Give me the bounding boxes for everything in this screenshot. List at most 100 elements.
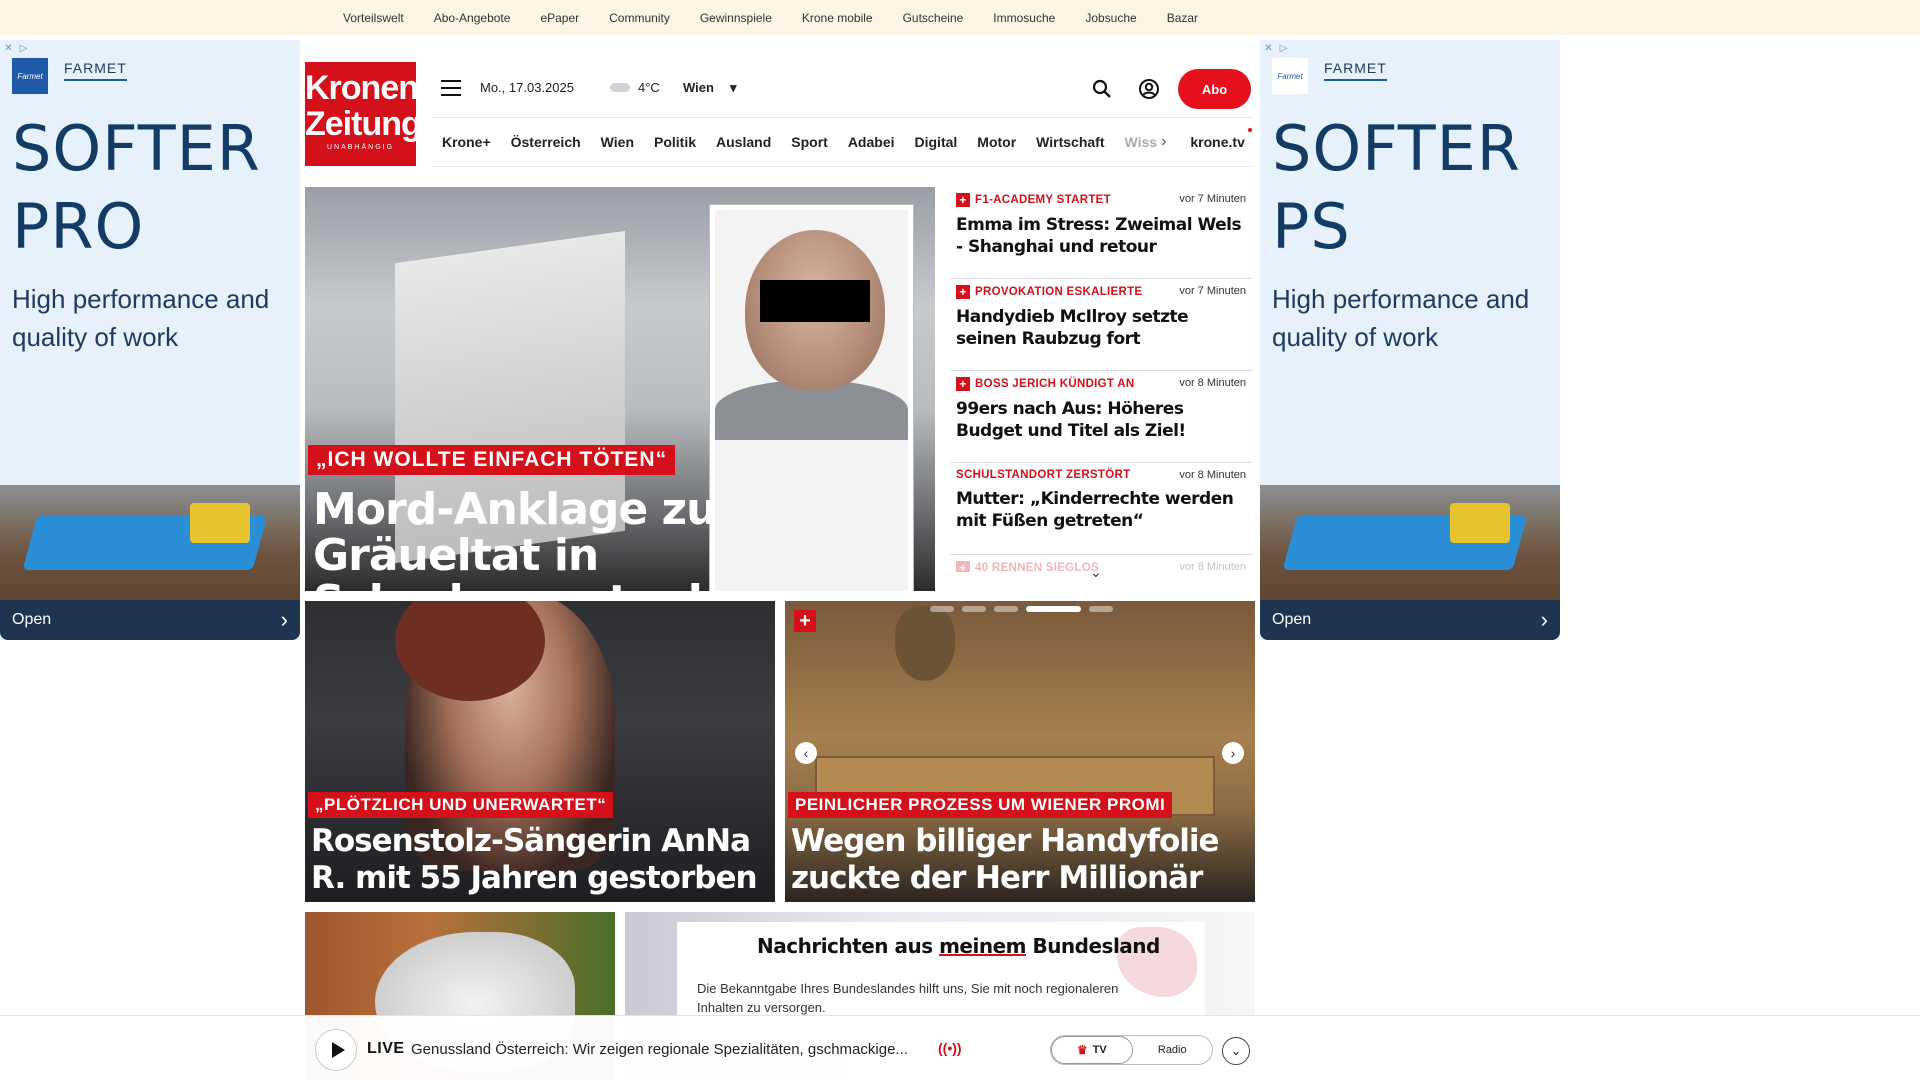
nav-wien[interactable]: Wien: [601, 134, 634, 150]
link-immosuche[interactable]: Immosuche: [993, 11, 1055, 25]
nav-ausland[interactable]: Ausland: [716, 134, 771, 150]
abo-button[interactable]: Abo: [1178, 69, 1251, 109]
chevron-down-icon[interactable]: ⌄: [1222, 1037, 1250, 1065]
service-links: Vorteilswelt Abo-Angebote ePaper Communi…: [343, 0, 1198, 35]
caret-down-icon: ▾: [729, 80, 737, 95]
news-time: vor 8 Minuten: [1179, 469, 1246, 481]
city-label: Wien: [683, 80, 714, 95]
temperature: 4°C: [638, 80, 660, 95]
bundesland-description: Die Bekanntgabe Ihres Bundeslandes hilft…: [697, 981, 1119, 1015]
hero-title: Mord-Anklage zu Gräueltat in Schrebergar…: [313, 484, 803, 592]
news-time: vor 8 Minuten: [1179, 377, 1246, 389]
news-category: F1-ACADEMY STARTET: [975, 194, 1111, 206]
article-card[interactable]: „PLÖTZLICH UND UNERWARTET“ Rosenstolz-Sä…: [305, 601, 775, 902]
ad-headline-line1: SOFTER: [12, 112, 261, 185]
ad-product-image: [1260, 485, 1560, 600]
toggle-radio-label: Radio: [1157, 1044, 1187, 1056]
krone-plus-icon: +: [956, 377, 970, 391]
link-gutscheine[interactable]: Gutscheine: [903, 11, 964, 25]
machine-part: [190, 503, 250, 543]
news-item[interactable]: SCHULSTANDORT ZERSTÖRT vor 8 Minuten Mut…: [950, 463, 1252, 555]
krone-plus-icon: +: [794, 610, 816, 632]
ad-subline: High performance and quality of work: [1272, 284, 1530, 352]
bundesland-title-pre: Nachrichten aus: [757, 934, 940, 958]
top-service-bar: Vorteilswelt Abo-Angebote ePaper Communi…: [0, 0, 1920, 35]
adchoices-icon[interactable]: ▷: [1277, 42, 1290, 55]
user-icon[interactable]: [1138, 78, 1160, 100]
main-navigation: Krone+ Österreich Wien Politik Ausland S…: [432, 117, 1253, 167]
chevron-down-icon[interactable]: ⌄: [1090, 564, 1102, 581]
live-player-bar: LIVE Genussland Österreich: Wir zeigen r…: [0, 1015, 1920, 1080]
link-bazar[interactable]: Bazar: [1167, 11, 1198, 25]
ad-open-label: Open: [1272, 611, 1312, 628]
carousel-prev-icon[interactable]: ‹: [795, 742, 817, 764]
kronen-zeitung-logo[interactable]: Kronen Zeitung UNABHÄNGIG: [305, 62, 422, 166]
ad-open-button[interactable]: Open ›: [0, 600, 300, 640]
ad-open-button[interactable]: Open ›: [1260, 600, 1560, 640]
nav-krone-tv[interactable]: krone.tv: [1190, 128, 1252, 150]
nav-krone-plus[interactable]: Krone+: [442, 134, 491, 150]
bundesland-title-post: Bundesland: [1025, 934, 1160, 958]
nav-adabei[interactable]: Adabei: [848, 134, 895, 150]
link-vorteilswelt[interactable]: Vorteilswelt: [343, 11, 404, 25]
latest-news-list: + F1-ACADEMY STARTET vor 7 Minuten Emma …: [950, 187, 1252, 572]
ad-choices[interactable]: ✕ ▷: [1262, 42, 1290, 55]
card-title: Rosenstolz-Sängerin AnNa R. mit 55 Jahre…: [311, 823, 758, 896]
news-time: vor 7 Minuten: [1179, 285, 1246, 297]
link-krone-mobile[interactable]: Krone mobile: [802, 11, 873, 25]
carousel-dot[interactable]: [930, 606, 954, 612]
close-icon[interactable]: ✕: [1262, 42, 1275, 55]
news-item[interactable]: + BOSS JERICH KÜNDIGT AN vor 8 Minuten 9…: [950, 371, 1252, 463]
ad-choices[interactable]: ✕ ▷: [2, 42, 30, 55]
card-title: Wegen billiger Handyfolie zuckte der Her…: [791, 823, 1220, 902]
nav-wirtschaft[interactable]: Wirtschaft: [1036, 134, 1104, 150]
nav-scroll-right-icon[interactable]: ›: [1161, 133, 1166, 151]
logo-tagline: UNABHÄNGIG: [326, 144, 395, 151]
carousel-dot[interactable]: [1089, 606, 1113, 612]
nav-motor[interactable]: Motor: [977, 134, 1016, 150]
news-item[interactable]: + PROVOKATION ESKALIERTE vor 7 Minuten H…: [950, 279, 1252, 371]
link-jobsuche[interactable]: Jobsuche: [1085, 11, 1136, 25]
farmet-logo: Farmet: [1272, 58, 1308, 94]
weather[interactable]: 4°C: [610, 80, 660, 95]
close-icon[interactable]: ✕: [2, 42, 15, 55]
cloud-icon: [610, 83, 630, 92]
bundesland-title-underlined: meinem: [939, 934, 1026, 958]
live-program-title[interactable]: Genussland Österreich: Wir zeigen region…: [411, 1041, 908, 1058]
carousel-dot-active[interactable]: [1026, 606, 1081, 612]
hero-article[interactable]: „ICH WOLLTE EINFACH TÖTEN“ Mord-Anklage …: [305, 187, 935, 591]
search-icon[interactable]: [1091, 78, 1113, 100]
toggle-radio[interactable]: Radio: [1133, 1036, 1213, 1064]
carousel-dot[interactable]: [962, 606, 986, 612]
carousel-dot[interactable]: [994, 606, 1018, 612]
link-epaper[interactable]: ePaper: [540, 11, 579, 25]
nav-digital[interactable]: Digital: [915, 134, 958, 150]
nav-sport[interactable]: Sport: [791, 134, 828, 150]
link-abo-angebote[interactable]: Abo-Angebote: [434, 11, 511, 25]
nav-politik[interactable]: Politik: [654, 134, 696, 150]
ad-open-label: Open: [12, 611, 52, 628]
krone-plus-icon: +: [956, 193, 970, 207]
ad-right[interactable]: ✕ ▷ Farmet FARMET SOFTER PS High perform…: [1260, 40, 1560, 640]
news-headline: Emma im Stress: Zweimal Wels - Shanghai …: [956, 215, 1242, 257]
news-item[interactable]: + F1-ACADEMY STARTET vor 7 Minuten Emma …: [950, 187, 1252, 279]
farmet-logo: Farmet: [12, 58, 48, 94]
link-community[interactable]: Community: [609, 11, 670, 25]
krone-plus-icon: +: [956, 561, 970, 572]
carousel-card[interactable]: + PEINLICHER PROZESS UM WIENER PROMI Weg…: [785, 601, 1255, 902]
city-selector[interactable]: Wien ▾: [683, 80, 736, 96]
ad-headline-line2: PS: [1272, 190, 1351, 263]
ad-left[interactable]: ✕ ▷ Farmet FARMET SOFTER PRO High perfor…: [0, 40, 300, 640]
news-category: SCHULSTANDORT ZERSTÖRT: [956, 469, 1131, 481]
link-gewinnspiele[interactable]: Gewinnspiele: [700, 11, 772, 25]
play-icon[interactable]: [315, 1029, 357, 1071]
carousel-next-icon[interactable]: ›: [1222, 742, 1244, 764]
card-kicker: PEINLICHER PROZESS UM WIENER PROMI: [788, 792, 1173, 818]
tv-radio-toggle[interactable]: ♛ TV Radio: [1050, 1035, 1213, 1065]
nav-wissen-truncated[interactable]: Wiss: [1125, 134, 1158, 150]
menu-icon[interactable]: [441, 80, 461, 96]
nav-oesterreich[interactable]: Österreich: [511, 134, 581, 150]
toggle-tv[interactable]: ♛ TV: [1051, 1036, 1133, 1064]
adchoices-icon[interactable]: ▷: [17, 42, 30, 55]
news-time: vor 8 Minuten: [1179, 561, 1246, 572]
